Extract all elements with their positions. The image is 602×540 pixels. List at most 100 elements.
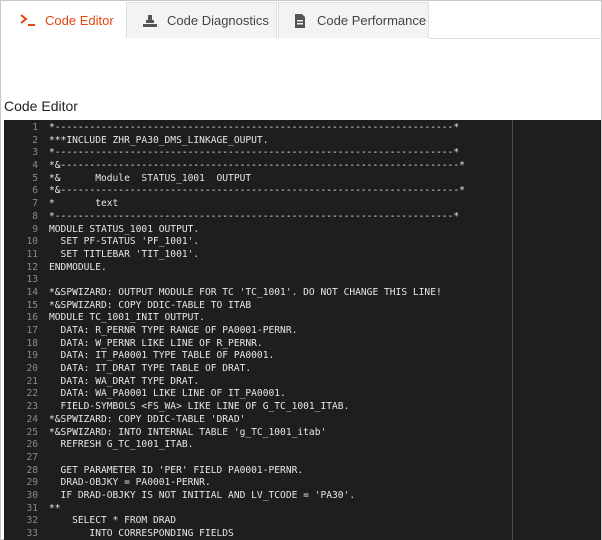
code-line[interactable]: 28 GET PARAMETER ID 'PER' FIELD PA0001-P…: [4, 465, 601, 478]
section-title: Code Editor: [4, 98, 78, 114]
line-number: 10: [26, 236, 38, 248]
code-line[interactable]: 6 *&-------------------------------------…: [4, 185, 601, 198]
code-line[interactable]: 29 DRAD-OBJKY = PA0001-PERNR.: [4, 477, 601, 490]
tab-code-performance[interactable]: Code Performance: [278, 2, 429, 38]
code-line[interactable]: 26 REFRESH G_TC_1001_ITAB.: [4, 439, 601, 452]
code-text: **: [49, 502, 61, 514]
code-line[interactable]: 1 *--------------------------------------…: [4, 122, 601, 135]
line-number: 4: [32, 160, 38, 172]
code-line[interactable]: 5 *& Module STATUS_1001 OUTPUT: [4, 173, 601, 186]
code-editor[interactable]: 1 *--------------------------------------…: [4, 120, 601, 540]
code-line[interactable]: 12 ENDMODULE.: [4, 262, 601, 275]
code-line[interactable]: 23 FIELD-SYMBOLS <FS_WA> LIKE LINE OF G_…: [4, 401, 601, 414]
code-area[interactable]: 1 *--------------------------------------…: [4, 120, 601, 540]
code-text: DATA: WA_PA0001 LIKE LINE OF IT_PA0001.: [49, 388, 286, 400]
code-text: *&SPWIZARD: COPY DDIC-TABLE TO ITAB: [49, 299, 252, 311]
code-line[interactable]: 32 SELECT * FROM DRAD: [4, 515, 601, 528]
code-line[interactable]: 20 DATA: IT_DRAT TYPE TABLE OF DRAT.: [4, 363, 601, 376]
terminal-icon: [19, 11, 37, 29]
line-number: 30: [26, 489, 38, 501]
code-text: FIELD-SYMBOLS <FS_WA> LIKE LINE OF G_TC_…: [49, 401, 350, 413]
code-text: DATA: IT_PA0001 TYPE TABLE OF PA0001.: [49, 350, 275, 362]
line-number: 31: [26, 502, 38, 514]
line-number: 5: [32, 172, 38, 184]
code-text: REFRESH G_TC_1001_ITAB.: [49, 439, 194, 451]
code-line[interactable]: 8 *--------------------------------------…: [4, 211, 601, 224]
tab-divider: [429, 38, 601, 39]
code-text: ***INCLUDE ZHR_PA30_DMS_LINKAGE_OUPUT.: [49, 134, 269, 146]
code-line[interactable]: 18 DATA: W_PERNR LIKE LINE OF R_PERNR.: [4, 338, 601, 351]
line-number: 11: [26, 248, 38, 260]
code-line[interactable]: 10 SET PF-STATUS 'PF_1001'.: [4, 236, 601, 249]
tab-code-editor[interactable]: Code Editor: [5, 2, 124, 38]
code-line[interactable]: 9 MODULE STATUS_1001 OUTPUT.: [4, 224, 601, 237]
line-number: 23: [26, 401, 38, 413]
line-number: 16: [26, 312, 38, 324]
code-text: DATA: W_PERNR LIKE LINE OF R_PERNR.: [49, 337, 263, 349]
code-text: *&--------------------------------------…: [49, 160, 465, 172]
code-text: SET TITLEBAR 'TIT_1001'.: [49, 248, 200, 260]
line-number: 13: [26, 274, 38, 286]
line-number: 27: [26, 451, 38, 463]
code-line[interactable]: 11 SET TITLEBAR 'TIT_1001'.: [4, 249, 601, 262]
code-line[interactable]: 33 INTO CORRESPONDING FIELDS: [4, 528, 601, 540]
code-text: *& Module STATUS_1001 OUTPUT: [49, 172, 252, 184]
line-number: 21: [26, 375, 38, 387]
line-number: 32: [26, 515, 38, 527]
tab-code-diagnostics-label: Code Diagnostics: [167, 13, 269, 28]
code-line[interactable]: 21 DATA: WA_DRAT TYPE DRAT.: [4, 376, 601, 389]
line-number: 26: [26, 439, 38, 451]
code-text: SELECT * FROM DRAD: [49, 515, 177, 527]
code-text: *---------------------------------------…: [49, 147, 460, 159]
line-number: 15: [26, 299, 38, 311]
line-number: 24: [26, 413, 38, 425]
code-line[interactable]: 4 *&-------------------------------------…: [4, 160, 601, 173]
line-number: 1: [32, 122, 38, 133]
line-number: 14: [26, 286, 38, 298]
line-number: 6: [32, 185, 38, 197]
code-text: INTO CORRESPONDING FIELDS: [49, 528, 234, 539]
code-text: ENDMODULE.: [49, 261, 107, 273]
code-text: *&--------------------------------------…: [49, 185, 465, 197]
code-line[interactable]: 25 *&SPWIZARD: INTO INTERNAL TABLE 'g_TC_…: [4, 427, 601, 440]
code-line[interactable]: 16 MODULE TC_1001_INIT OUTPUT.: [4, 312, 601, 325]
line-number: 25: [26, 426, 38, 438]
line-number: 20: [26, 363, 38, 375]
code-line[interactable]: 7 * text: [4, 198, 601, 211]
app-frame: Code Editor Code Diagnostics Code Perfor…: [0, 0, 602, 540]
code-line[interactable]: 3 *--------------------------------------…: [4, 147, 601, 160]
code-line[interactable]: 15 *&SPWIZARD: COPY DDIC-TABLE TO ITAB: [4, 300, 601, 313]
code-line[interactable]: 31 **: [4, 503, 601, 516]
line-number: 18: [26, 337, 38, 349]
code-line[interactable]: 30 IF DRAD-OBJKY IS NOT INITIAL AND LV_T…: [4, 490, 601, 503]
tab-code-editor-label: Code Editor: [45, 12, 114, 28]
tab-bar: Code Editor Code Diagnostics Code Perfor…: [1, 1, 601, 39]
line-number: 29: [26, 477, 38, 489]
tab-code-performance-label: Code Performance: [317, 13, 427, 28]
code-text: SET PF-STATUS 'PF_1001'.: [49, 236, 200, 248]
line-number: 28: [26, 464, 38, 476]
code-line[interactable]: 13: [4, 274, 601, 287]
code-text: *&SPWIZARD: INTO INTERNAL TABLE 'g_TC_10…: [49, 426, 327, 438]
code-text: *---------------------------------------…: [49, 122, 460, 133]
code-line[interactable]: 27: [4, 452, 601, 465]
code-line[interactable]: 22 DATA: WA_PA0001 LIKE LINE OF IT_PA000…: [4, 388, 601, 401]
code-text: DATA: IT_DRAT TYPE TABLE OF DRAT.: [49, 363, 252, 375]
diagnostics-icon: [141, 12, 159, 30]
tab-code-diagnostics[interactable]: Code Diagnostics: [126, 2, 277, 38]
code-text: DATA: R_PERNR TYPE RANGE OF PA0001-PERNR…: [49, 325, 298, 336]
code-line[interactable]: 17 DATA: R_PERNR TYPE RANGE OF PA0001-PE…: [4, 325, 601, 338]
code-line[interactable]: 19 DATA: IT_PA0001 TYPE TABLE OF PA0001.: [4, 350, 601, 363]
line-number: 9: [32, 223, 38, 235]
code-line[interactable]: 2 ***INCLUDE ZHR_PA30_DMS_LINKAGE_OUPUT.: [4, 135, 601, 148]
code-text: DATA: WA_DRAT TYPE DRAT.: [49, 375, 200, 387]
code-text: MODULE STATUS_1001 OUTPUT.: [49, 223, 200, 235]
code-text: *&SPWIZARD: COPY DDIC-TABLE 'DRAD': [49, 413, 246, 425]
code-text: * text: [49, 198, 119, 210]
line-number: 2: [32, 134, 38, 146]
line-number: 12: [26, 261, 38, 273]
code-line[interactable]: 24 *&SPWIZARD: COPY DDIC-TABLE 'DRAD': [4, 414, 601, 427]
line-number: 3: [32, 147, 38, 159]
code-line[interactable]: 14 *&SPWIZARD: OUTPUT MODULE FOR TC 'TC_1…: [4, 287, 601, 300]
line-number: 19: [26, 350, 38, 362]
